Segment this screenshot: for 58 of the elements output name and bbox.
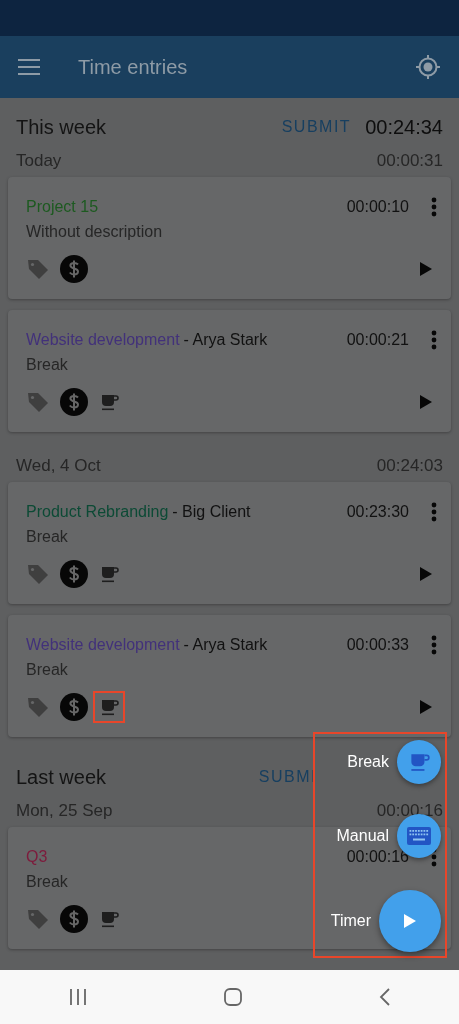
entry-duration: 00:00:33 — [346, 636, 409, 654]
day-total: 00:00:16 — [376, 801, 443, 821]
more-icon[interactable] — [431, 502, 437, 522]
day-total: 00:24:03 — [376, 456, 443, 476]
entry-description: Break — [26, 528, 69, 546]
play-icon[interactable] — [419, 394, 433, 410]
entry-description: Break — [26, 873, 69, 891]
more-icon[interactable] — [431, 197, 437, 217]
keyboard-icon — [407, 827, 431, 845]
fab-label: Timer — [330, 912, 371, 930]
day-total: 00:00:31 — [376, 151, 443, 171]
entry-description: Break — [26, 356, 69, 374]
menu-icon[interactable] — [18, 59, 40, 75]
dollar-icon[interactable] — [60, 905, 88, 933]
day-label: Mon, 25 Sep — [16, 801, 114, 821]
play-icon[interactable] — [419, 699, 433, 715]
fab-label: Manual — [336, 827, 389, 845]
entry-duration: 00:00:16 — [346, 848, 409, 866]
day-label: Today — [16, 151, 63, 171]
entry-description: Without description — [26, 223, 164, 241]
time-entry-card[interactable]: Product Rebranding - Big Client 00:23:30 Break — [8, 482, 451, 604]
week-title: Last week — [16, 765, 108, 789]
project-name: Product Rebranding — [26, 503, 169, 521]
tag-icon[interactable] — [26, 907, 50, 931]
tag-icon[interactable] — [26, 257, 50, 281]
play-icon[interactable] — [419, 261, 433, 277]
recent-apps-icon[interactable] — [68, 989, 87, 1005]
project-name: Q3 — [26, 848, 48, 866]
entry-description: Break — [26, 661, 69, 679]
app-title: Time entries — [78, 55, 189, 79]
entry-duration: 00:23:30 — [346, 503, 409, 521]
location-icon[interactable] — [415, 54, 441, 80]
submit-button[interactable]: SUBMIT — [281, 118, 352, 136]
client-name: - Arya Stark — [183, 331, 268, 349]
time-entry-card[interactable]: Project 15 00:00:10 Without description — [8, 177, 451, 299]
tag-icon[interactable] — [26, 562, 50, 586]
more-icon[interactable] — [431, 635, 437, 655]
entry-duration: 00:00:21 — [346, 331, 409, 349]
week-total: 00:24:34 — [365, 115, 443, 139]
entry-duration: 00:00:10 — [346, 198, 409, 216]
back-icon[interactable] — [378, 988, 391, 1006]
tag-icon[interactable] — [26, 695, 50, 719]
dollar-icon[interactable] — [60, 693, 88, 721]
dollar-icon[interactable] — [60, 560, 88, 588]
fab-label: Break — [347, 753, 389, 771]
play-icon — [403, 913, 417, 929]
tag-icon[interactable] — [26, 390, 50, 414]
dollar-icon[interactable] — [60, 255, 88, 283]
client-name: - Big Client — [172, 503, 251, 521]
day-label: Wed, 4 Oct — [16, 456, 102, 476]
week-title: This week — [16, 115, 108, 139]
project-name: Project 15 — [26, 198, 99, 216]
home-icon[interactable] — [223, 988, 242, 1006]
play-icon[interactable] — [419, 566, 433, 582]
client-name: - Arya Stark — [183, 636, 268, 654]
fab-button[interactable] — [397, 740, 441, 784]
dollar-icon[interactable] — [60, 388, 88, 416]
more-icon[interactable] — [431, 330, 437, 350]
